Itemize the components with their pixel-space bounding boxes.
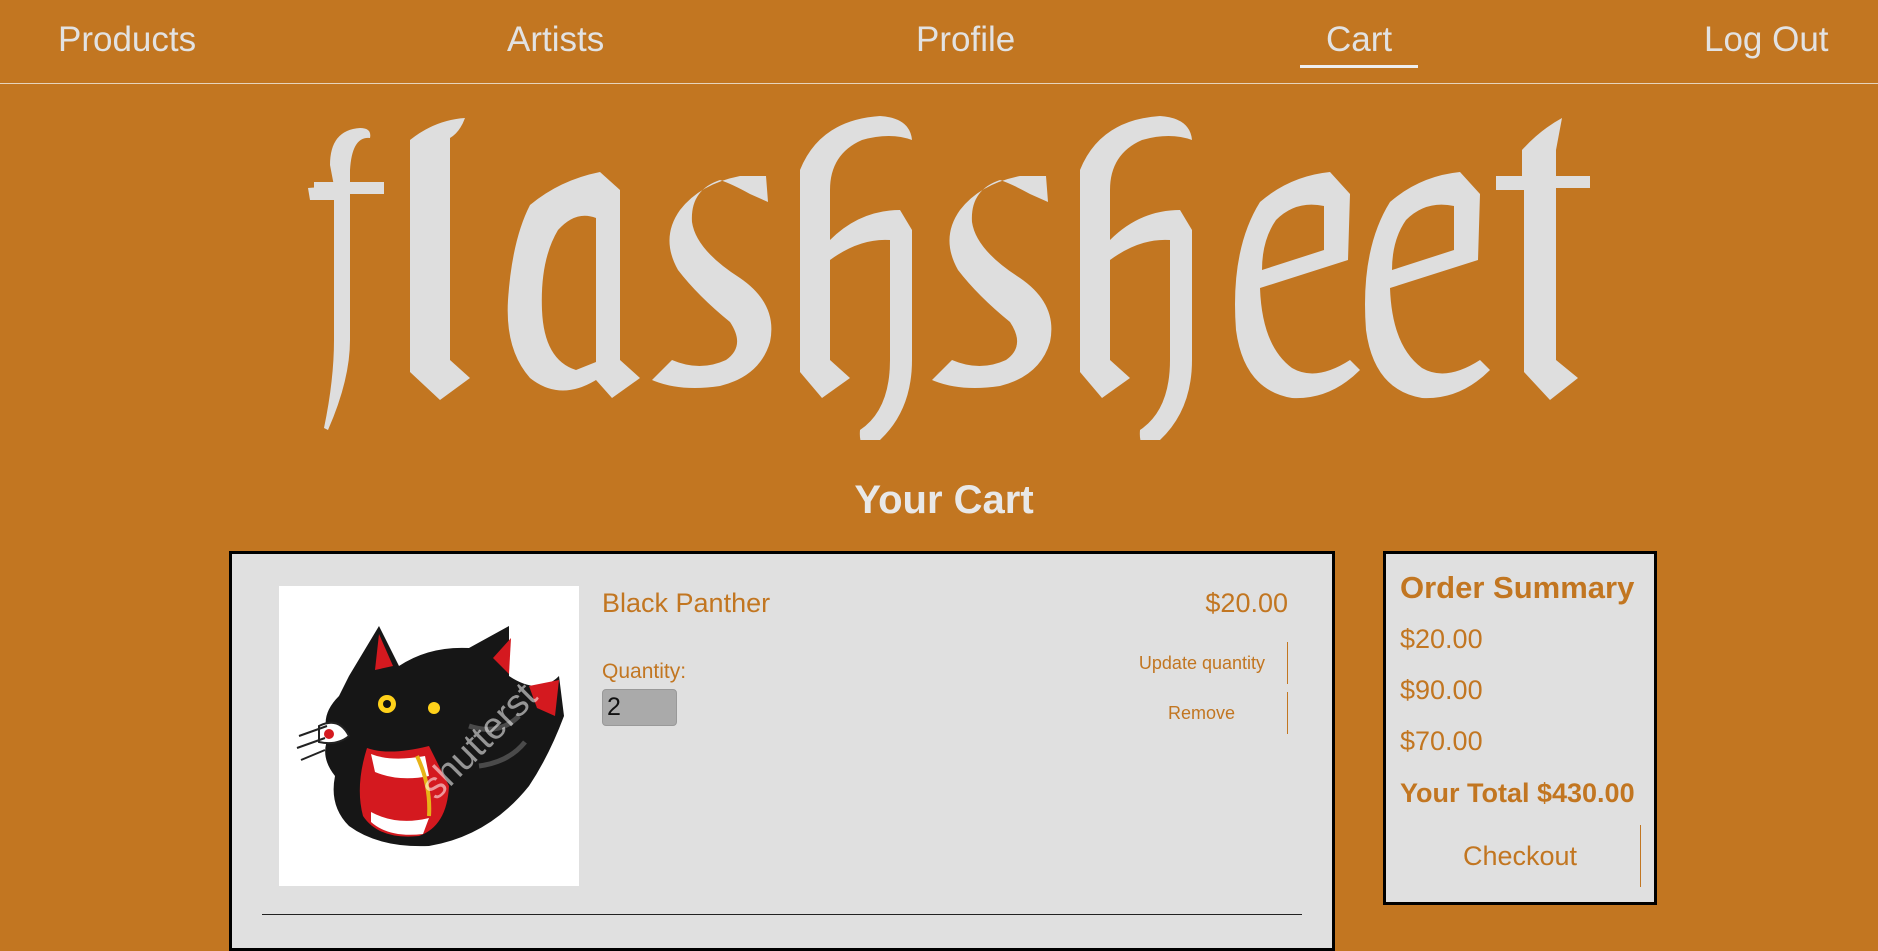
- black-panther-tattoo-icon: shutterst: [296, 626, 564, 847]
- product-name[interactable]: Black Panther: [602, 588, 770, 619]
- quantity-label: Quantity:: [602, 660, 687, 683]
- cart-heading: Your Cart: [854, 478, 1034, 522]
- checkout-button[interactable]: Checkout: [1400, 825, 1641, 887]
- product-image: shutterst: [279, 586, 579, 886]
- order-summary-title: Order Summary: [1400, 570, 1635, 605]
- nav-cart[interactable]: Cart: [1299, 20, 1419, 68]
- nav-log-out[interactable]: Log Out: [1704, 20, 1829, 60]
- update-quantity-button[interactable]: Update quantity: [1139, 642, 1288, 684]
- order-summary: Order Summary $20.00 $90.00 $70.00 Your …: [1383, 551, 1657, 905]
- top-nav: Products Artists Profile Cart Log Out: [0, 0, 1878, 84]
- flashsheet-logo: [308, 116, 1590, 440]
- quantity-input[interactable]: [602, 689, 677, 726]
- nav-artists[interactable]: Artists: [507, 20, 604, 60]
- cart-panel: shutterst Black Panther $20.00 Quantity:…: [229, 551, 1335, 951]
- summary-line: $90.00: [1400, 675, 1483, 705]
- nav-profile[interactable]: Profile: [916, 20, 1015, 60]
- nav-products[interactable]: Products: [58, 20, 196, 60]
- remove-button[interactable]: Remove: [1168, 692, 1288, 734]
- item-divider: [262, 914, 1302, 915]
- summary-line: $70.00: [1400, 726, 1483, 756]
- summary-line: $20.00: [1400, 624, 1483, 654]
- order-total: Your Total $430.00: [1400, 778, 1635, 808]
- product-price: $20.00: [1205, 588, 1288, 618]
